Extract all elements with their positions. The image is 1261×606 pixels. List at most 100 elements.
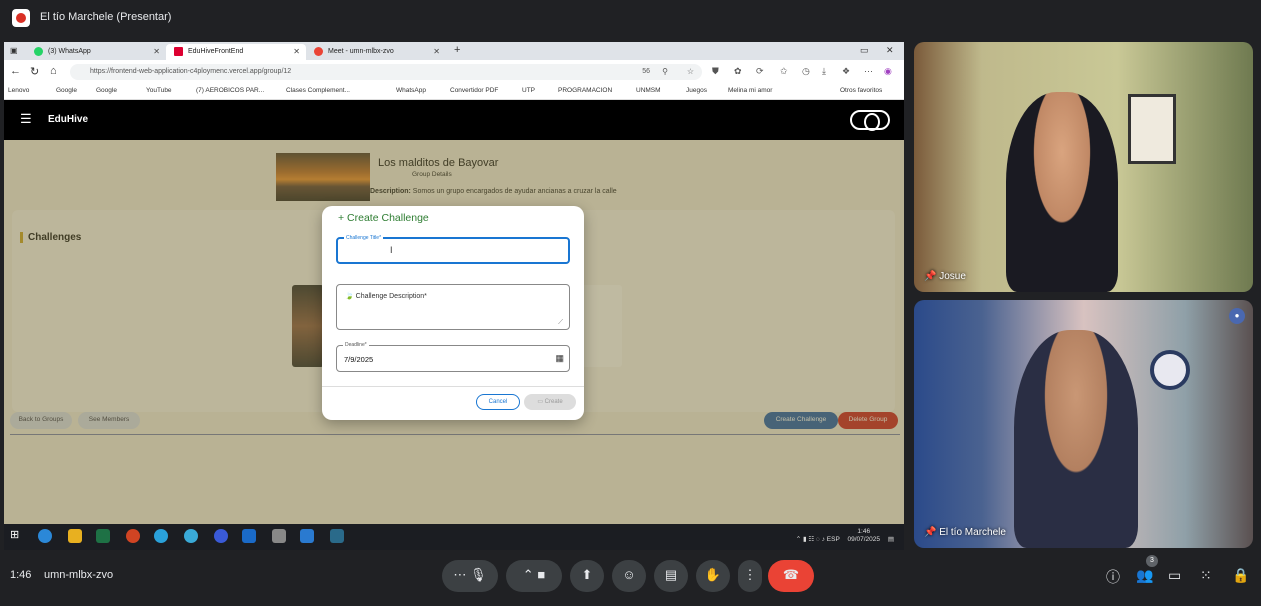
close-icon[interactable]: ✕: [433, 47, 440, 56]
bookmark[interactable]: Juegos: [686, 87, 707, 94]
favorite-star-icon[interactable]: ☆: [687, 67, 694, 76]
outlook-icon[interactable]: [242, 529, 256, 543]
browser-tab-eduhive[interactable]: EduHiveFrontEnd ✕: [166, 44, 306, 60]
meeting-time: 1:46: [10, 569, 32, 581]
new-tab-button[interactable]: +: [454, 44, 460, 56]
extension-icon[interactable]: ✿: [734, 66, 742, 77]
tab-label: Meet - umn-mlbx-zvo: [328, 48, 394, 55]
browser-tab-whatsapp[interactable]: (3) WhatsApp ✕: [26, 44, 166, 60]
microphone-button[interactable]: ⋯ 🎙: [442, 560, 498, 592]
bookmark[interactable]: Clases Complement...: [286, 87, 350, 94]
app-icon[interactable]: [330, 529, 344, 543]
browser-tab-meet[interactable]: Meet - umn-mlbx-zvo ✕: [306, 44, 446, 60]
copilot-icon[interactable]: ❖: [842, 66, 850, 77]
tab-actions-icon[interactable]: ▣: [10, 46, 18, 55]
present-button[interactable]: ⬆: [570, 560, 604, 592]
presenter-title: El tío Marchele (Presentar): [40, 11, 172, 23]
vscode-icon[interactable]: [300, 529, 314, 543]
more-icon[interactable]: ⋯: [864, 66, 873, 77]
history-icon[interactable]: ◷: [802, 66, 810, 77]
sync-icon[interactable]: ⟳: [756, 66, 764, 77]
participant-name-text: Josue: [939, 271, 966, 282]
activities-icon[interactable]: ⁙: [1200, 567, 1212, 584]
dialog-divider: [322, 386, 584, 387]
back-icon[interactable]: ←: [10, 65, 21, 77]
tab-label: EduHiveFrontEnd: [188, 48, 244, 55]
bookmark[interactable]: WhatsApp: [396, 87, 426, 94]
people-icon[interactable]: 👥: [1136, 567, 1153, 584]
captions-button[interactable]: ▤: [654, 560, 688, 592]
url-field[interactable]: https://frontend-web-application-c4ploym…: [70, 64, 702, 80]
download-icon[interactable]: ⤓: [822, 66, 826, 77]
challenge-title-input[interactable]: Challenge Title* I: [336, 235, 570, 264]
close-icon[interactable]: ✕: [293, 47, 300, 56]
mic-icon: 🎙: [470, 567, 487, 582]
challenge-title-label: Challenge Title*: [344, 235, 384, 241]
camera-button[interactable]: ⌃ ■: [506, 560, 562, 592]
close-icon[interactable]: ✕: [153, 47, 160, 56]
excel-icon[interactable]: [96, 529, 110, 543]
menu-icon[interactable]: ☰: [20, 111, 32, 127]
more-options-button[interactable]: ⋮: [738, 560, 762, 592]
app-icon[interactable]: [184, 529, 198, 543]
create-label: Create: [544, 399, 563, 405]
taskbar-date: 09/07/2025: [847, 536, 881, 543]
bookmark[interactable]: YouTube: [146, 87, 172, 94]
participant-tile-marchele[interactable]: ● 📌 El tío Marchele: [914, 300, 1253, 548]
reload-icon[interactable]: ↻: [30, 65, 39, 78]
notifications-icon[interactable]: ▤: [888, 536, 894, 543]
bookmark[interactable]: Lenovo: [8, 87, 29, 94]
text-cursor-icon: I: [390, 245, 393, 255]
taskbar-clock[interactable]: 1:46 09/07/2025: [847, 528, 880, 544]
app-icon[interactable]: [272, 529, 286, 543]
challenge-description-input[interactable]: 🍃 Challenge Description* ⟋: [336, 284, 570, 330]
home-icon[interactable]: ⌂: [50, 65, 57, 77]
edge-icon[interactable]: [38, 529, 52, 543]
language-indicator[interactable]: ESP: [827, 536, 840, 543]
cancel-button[interactable]: Cancel: [476, 394, 520, 410]
raise-hand-button[interactable]: ✋: [696, 560, 730, 592]
edge-copilot-icon[interactable]: ◉: [884, 66, 892, 77]
bookmarks-bar: Lenovo Google Google YouTube (7) AEROBIC…: [4, 84, 904, 100]
info-icon[interactable]: ⓘ: [1106, 567, 1120, 587]
tray-icons[interactable]: ⌃ ▮ ☷ ◌ ♪: [796, 536, 825, 543]
calendar-icon[interactable]: ▦: [555, 353, 564, 364]
chat-icon[interactable]: ▭: [1168, 567, 1181, 584]
resize-handle-icon[interactable]: ⟋: [558, 319, 563, 327]
zoom-level: 56: [642, 68, 650, 75]
powerpoint-icon[interactable]: [126, 529, 140, 543]
chevron-up-icon[interactable]: ⌃: [523, 567, 534, 582]
host-controls-icon[interactable]: 🔒: [1232, 567, 1249, 584]
bookmark[interactable]: UNMSM: [636, 87, 661, 94]
bookmark[interactable]: PROGRAMACION: [558, 87, 612, 94]
favorites-icon[interactable]: ✩: [780, 66, 788, 77]
recording-icon: [314, 47, 323, 56]
bookmark[interactable]: Google: [96, 87, 117, 94]
whatsapp-icon: [34, 47, 43, 56]
bookmark[interactable]: Convertidor PDF: [450, 87, 498, 94]
minimize-icon[interactable]: ▭: [860, 45, 869, 56]
close-window-icon[interactable]: ✕: [886, 45, 894, 56]
participant-video: [1014, 330, 1138, 548]
bookmark[interactable]: UTP: [522, 87, 535, 94]
file-explorer-icon[interactable]: [68, 529, 82, 543]
shared-screen: ▣ (3) WhatsApp ✕ EduHiveFrontEnd ✕ Meet …: [4, 42, 904, 550]
app-icon[interactable]: [214, 529, 228, 543]
windows-start-icon[interactable]: ⊞: [10, 528, 19, 541]
deadline-input[interactable]: Deadline* 7/9/2025 ▦: [336, 342, 570, 372]
system-tray[interactable]: ⌃ ▮ ☷ ◌ ♪ ESP 1:46 09/07/2025 ▤: [796, 528, 894, 544]
more-options-icon[interactable]: ⋯: [453, 567, 466, 582]
bookmark[interactable]: Google: [56, 87, 77, 94]
shield-icon[interactable]: ⛊: [712, 66, 719, 77]
participant-tile-josue[interactable]: 📌 Josue: [914, 42, 1253, 292]
zoom-icon[interactable]: ⚲: [662, 67, 668, 76]
bookmark[interactable]: (7) AEROBICOS PAR...: [196, 87, 264, 94]
end-call-button[interactable]: ☎: [768, 560, 814, 592]
bookmark-other[interactable]: Otros favoritos: [840, 87, 882, 94]
reactions-button[interactable]: ☺: [612, 560, 646, 592]
create-button[interactable]: ▭ Create: [524, 394, 576, 410]
present-screen-icon: ⬆: [581, 567, 593, 582]
bookmark[interactable]: Melina mi amor: [728, 87, 772, 94]
more-vert-icon: ⋮: [743, 567, 757, 582]
telegram-icon[interactable]: [154, 529, 168, 543]
